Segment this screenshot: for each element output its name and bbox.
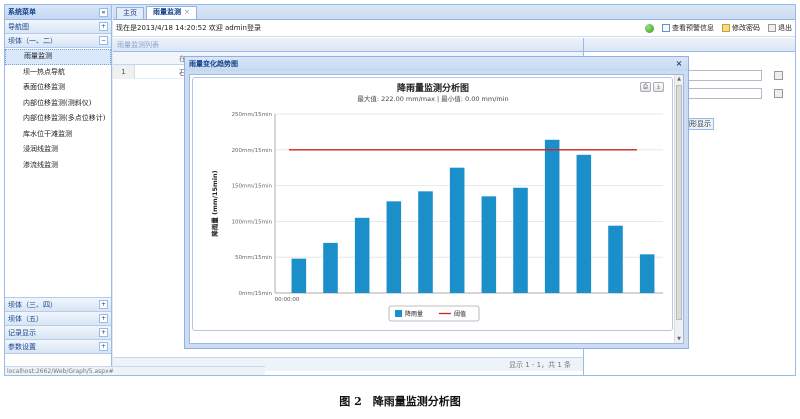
sidebar-group-label: 坝体（一、二）	[8, 36, 57, 45]
bar[interactable]	[354, 217, 370, 293]
sidebar-item[interactable]: 表面位移监测	[5, 80, 111, 96]
expand-toggle-icon[interactable]: +	[99, 328, 108, 337]
top-bar: 现在是2013/4/18 14:20:52 欢迎 admin登录 查看预警信息 修…	[113, 20, 795, 37]
top-link-label: 退出	[778, 24, 792, 32]
key-icon	[722, 24, 730, 32]
bar[interactable]	[323, 242, 338, 293]
grid-title: 雨量监测列表	[113, 38, 583, 52]
bar[interactable]	[608, 225, 623, 293]
close-icon[interactable]: ×	[674, 59, 684, 69]
bar[interactable]	[449, 167, 465, 293]
figure-caption: 图 2 降雨量监测分析图	[339, 395, 461, 408]
app-screen: 系统菜单 « 导航图 + 坝体（一、二） − 雨量监测 坝一热点导航 表面位移监测 内部位移…	[4, 4, 796, 376]
tab[interactable]: 主页	[116, 7, 144, 19]
sidebar-item[interactable]: 内部位移监测(测斜仪)	[5, 96, 111, 112]
bar[interactable]	[291, 258, 307, 293]
top-link-label: 修改密码	[732, 24, 760, 32]
sidebar-group-label: 坝体（五）	[8, 314, 43, 323]
legend-label-rainfall[interactable]: 降雨量	[405, 310, 423, 318]
expand-toggle-icon[interactable]: +	[99, 300, 108, 309]
chart-subtitle: 最大值: 222.00 mm/max | 最小值: 0.00 mm/min	[357, 94, 508, 103]
pager-info: 显示 1 - 1，共 1 条	[508, 361, 571, 369]
detail-panel-header	[584, 38, 795, 52]
tab-label: 主页	[123, 9, 137, 17]
expand-toggle-icon[interactable]: +	[99, 342, 108, 351]
sidebar-group[interactable]: 导航图 +	[5, 20, 111, 34]
sidebar: 系统菜单 « 导航图 + 坝体（一、二） − 雨量监测 坝一热点导航 表面位移监测 内部位移…	[5, 5, 112, 375]
tab[interactable]: 雨量监测 ×	[146, 6, 197, 19]
sidebar-group-label: 导航图	[8, 22, 29, 31]
chart-toolbar: ⎙ ⤓	[640, 82, 664, 92]
bar[interactable]	[481, 196, 497, 293]
sidebar-group[interactable]: 记录显示 +	[5, 326, 111, 340]
welcome-text: 现在是2013/4/18 14:20:52 欢迎 admin登录	[116, 24, 261, 32]
chart-title: 降雨量监测分析图	[397, 82, 469, 94]
legend-label-threshold[interactable]: 阈值	[454, 310, 466, 318]
row-number: 1	[113, 65, 135, 79]
browser-status-bar: localhost:2662/Web/Graph/5.aspx#	[5, 366, 265, 375]
chart-window-body: ⎙ ⤓ 降雨量监测分析图 最大值: 222.00 mm/max | 最小值: 0.0…	[189, 74, 684, 344]
sidebar-group-label: 参数设置	[8, 342, 36, 351]
legend-swatch-rainfall	[395, 310, 402, 317]
detail-field-1-button[interactable]	[774, 71, 783, 80]
scroll-up-icon[interactable]: ▲	[676, 76, 682, 82]
y-tick-label: 0mm/15min	[239, 291, 273, 297]
y-tick-label: 50mm/15min	[235, 255, 272, 261]
sidebar-group[interactable]: 参数设置 +	[5, 340, 111, 354]
bar[interactable]	[418, 191, 433, 293]
sidebar-group-label: 记录显示	[8, 328, 36, 337]
chart-panel: ⎙ ⤓ 降雨量监测分析图 最大值: 222.00 mm/max | 最小值: 0.0…	[192, 77, 673, 331]
sidebar-item[interactable]: 内部位移监测(多点位移计)	[5, 111, 111, 127]
top-links: 查看预警信息 修改密码 退出	[645, 23, 792, 33]
sidebar-header: 系统菜单 «	[5, 5, 111, 20]
sidebar-group[interactable]: 坝体（三、四） +	[5, 298, 111, 312]
bar[interactable]	[576, 154, 592, 293]
sidebar-item[interactable]: 坝一热点导航	[5, 65, 111, 81]
sidebar-group[interactable]: 坝体（一、二） −	[5, 34, 111, 48]
expand-toggle-icon[interactable]: +	[99, 314, 108, 323]
print-icon[interactable]: ⎙	[640, 82, 651, 92]
chart-window-titlebar[interactable]: 雨量变化趋势图 ×	[185, 57, 688, 71]
bar[interactable]	[544, 139, 560, 293]
scroll-down-icon[interactable]: ▼	[676, 336, 682, 342]
y-tick-label: 200mm/15min	[232, 148, 273, 154]
y-tick-label: 150mm/15min	[232, 184, 273, 190]
sidebar-item-list: 雨量监测 坝一热点导航 表面位移监测 内部位移监测(测斜仪) 内部位移监测(多点位移计)…	[5, 48, 111, 298]
tab-close-icon[interactable]: ×	[184, 8, 190, 16]
y-tick-label: 100mm/15min	[232, 219, 273, 225]
expand-toggle-icon[interactable]: −	[99, 36, 108, 45]
sidebar-item[interactable]: 库水位干滩监测	[5, 127, 111, 143]
scroll-thumb[interactable]	[676, 85, 682, 320]
tab-strip: 主页 雨量监测 ×	[113, 5, 795, 20]
top-link[interactable]: 退出	[768, 23, 792, 33]
expand-toggle-icon[interactable]: +	[99, 22, 108, 31]
sidebar-item[interactable]: 渗流线监测	[5, 158, 111, 174]
x-tick-label: 00:00:00	[275, 297, 300, 303]
detail-field-2-button[interactable]	[774, 89, 783, 98]
sidebar-group[interactable]: 坝体（五） +	[5, 312, 111, 326]
sidebar-item[interactable]: 雨量监测	[5, 49, 111, 65]
chart-window: 雨量变化趋势图 × ⎙ ⤓ 降雨量监测分析图 最大值: 222.00 mm/max …	[184, 56, 689, 349]
y-axis-label: 降雨量 (mm/15min)	[210, 170, 219, 236]
rainfall-chart: 降雨量监测分析图最大值: 222.00 mm/max | 最小值: 0.00 m…	[210, 82, 663, 322]
alert-icon	[662, 24, 670, 32]
chart-window-title: 雨量变化趋势图	[189, 60, 238, 68]
sidebar-item[interactable]: 浸润线监测	[5, 142, 111, 158]
sidebar-title: 系统菜单	[8, 8, 36, 16]
bar[interactable]	[386, 201, 402, 293]
exit-icon	[768, 24, 776, 32]
top-link[interactable]: 查看预警信息	[662, 23, 714, 33]
top-link-label: 查看预警信息	[672, 24, 714, 32]
download-icon[interactable]: ⤓	[653, 82, 664, 92]
bar[interactable]	[513, 187, 528, 293]
y-tick-label: 250mm/15min	[232, 112, 273, 118]
tab-label: 雨量监测	[153, 8, 181, 16]
sidebar-collapse-button[interactable]: «	[99, 7, 108, 17]
sidebar-group-label: 坝体（三、四）	[8, 300, 57, 309]
top-link[interactable]: 修改密码	[722, 23, 760, 33]
status-online-icon	[645, 23, 654, 33]
vertical-scrollbar[interactable]: ▲ ▼	[674, 75, 683, 343]
bar[interactable]	[639, 254, 655, 293]
